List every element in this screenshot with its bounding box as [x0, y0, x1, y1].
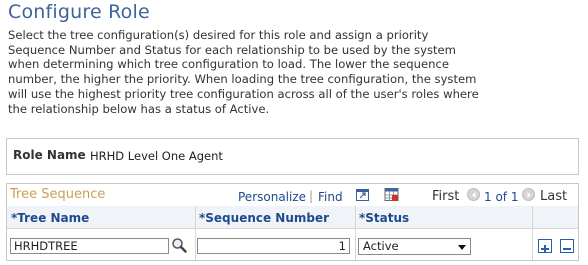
grid-navigation-bar: Tree Sequence Personalize | Find First 1… [7, 184, 578, 207]
page-indicator: 1 of 1 [484, 190, 519, 204]
status-select[interactable]: Active [358, 238, 471, 255]
nav-separator: | [309, 189, 314, 203]
description-line: when determining which tree configuratio… [8, 57, 449, 72]
next-arrow-icon[interactable] [522, 188, 535, 201]
delete-row-icon [563, 248, 571, 250]
add-row-button[interactable] [538, 239, 552, 253]
column-divider [355, 206, 356, 260]
role-name-label: Role Name [13, 148, 86, 162]
view-all-icon[interactable] [355, 187, 370, 202]
description-line: will use the highest priority tree confi… [8, 86, 479, 101]
first-label[interactable]: First [432, 189, 459, 204]
previous-arrow-icon[interactable] [467, 188, 480, 201]
find-link[interactable]: Find [318, 190, 343, 204]
add-row-icon [541, 245, 549, 253]
chevron-down-icon [458, 245, 466, 250]
download-to-excel-icon[interactable] [384, 187, 399, 202]
column-header-status[interactable]: *Status [359, 211, 409, 225]
role-name-value: HRHD Level One Agent [90, 149, 223, 163]
description-line: Sequence Number and Status for each rela… [8, 42, 456, 57]
lookup-magnifier-icon[interactable] [171, 237, 187, 253]
column-header-row: *Tree Name *Sequence Number *Status [7, 206, 578, 229]
personalize-link[interactable]: Personalize [238, 190, 306, 204]
column-header-tree-name[interactable]: *Tree Name [11, 211, 89, 225]
role-info-box: Role Name HRHD Level One Agent [6, 138, 579, 175]
column-divider [532, 206, 533, 260]
column-header-sequence-number[interactable]: *Sequence Number [199, 211, 329, 225]
page-title: Configure Role [8, 1, 150, 23]
tree-sequence-grid: Tree Sequence Personalize | Find First 1… [6, 183, 579, 261]
description-line: Select the tree configuration(s) desired… [8, 28, 429, 42]
grid-title: Tree Sequence [10, 187, 106, 202]
delete-row-button[interactable] [560, 239, 574, 253]
column-divider [195, 206, 196, 260]
sequence-number-input[interactable] [197, 238, 350, 254]
last-label[interactable]: Last [540, 189, 567, 204]
page-description: Select the tree configuration(s) desired… [8, 28, 479, 116]
tree-name-input[interactable] [10, 238, 169, 254]
description-line: number, the higher the priority. When lo… [8, 72, 477, 87]
description-line: the relationship below has a status of A… [8, 101, 270, 116]
status-selected-value: Active [363, 239, 399, 253]
